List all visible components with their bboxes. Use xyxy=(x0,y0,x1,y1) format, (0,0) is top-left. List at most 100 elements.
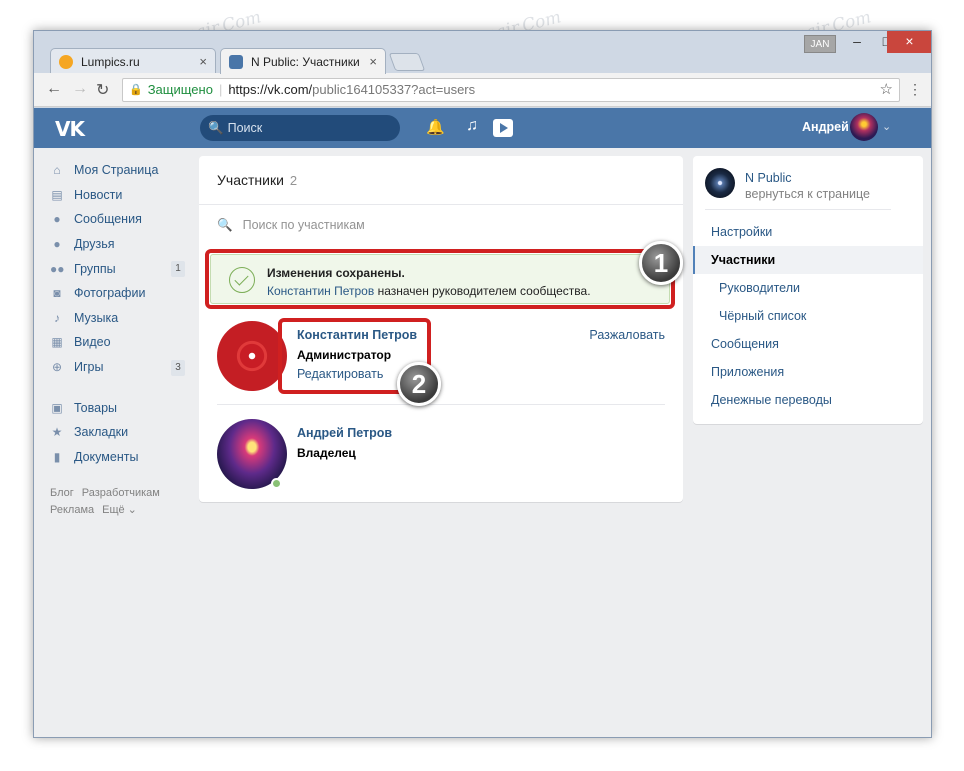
online-indicator xyxy=(271,478,282,489)
video-icon: ▦ xyxy=(51,335,63,350)
groups-count-badge: 1 xyxy=(171,261,185,278)
games-icon: ⊕ xyxy=(51,360,63,375)
address-separator: | xyxy=(218,82,223,97)
menu-item-money-transfers[interactable]: Денежные переводы xyxy=(693,386,923,414)
play-icon[interactable] xyxy=(493,119,513,137)
bookmarks-icon: ★ xyxy=(51,425,63,440)
members-panel: Участники 2 🔍 Поиск по участникам Изменени… xyxy=(199,156,683,502)
browser-toolbar: ← → ↻ 🔒 Защищено | https://vk.com/ publi… xyxy=(34,73,931,107)
page-title: Участники 2 xyxy=(217,172,297,188)
back-to-page-link[interactable]: вернуться к странице xyxy=(745,187,870,201)
tab-close-icon[interactable]: × xyxy=(369,54,377,69)
sidebar-item-label: Группы xyxy=(74,261,116,276)
footer-links: Блог Разработчикам Реклама Ещё ⌄ xyxy=(50,485,185,519)
vk-search-input[interactable]: 🔍 Поиск xyxy=(200,115,400,141)
profile-badge[interactable]: JAN xyxy=(804,35,836,53)
sidebar-item-label: Закладки xyxy=(74,425,129,440)
vk-logo[interactable]: VK xyxy=(55,117,85,141)
members-search-input[interactable]: 🔍 Поиск по участникам xyxy=(199,204,683,244)
group-name[interactable]: N Public xyxy=(745,171,792,185)
community-menu: N Public вернуться к странице Настройки … xyxy=(693,156,923,424)
tab-lumpics[interactable]: Lumpics.ru × xyxy=(50,48,216,74)
sidebar-item-video[interactable]: ▦ Видео xyxy=(50,330,185,355)
games-count-badge: 3 xyxy=(171,359,185,376)
demote-link[interactable]: Разжаловать xyxy=(589,328,665,342)
menu-item-apps[interactable]: Приложения xyxy=(693,358,923,386)
secure-label: Защищено xyxy=(147,82,213,97)
friends-icon: ● xyxy=(53,237,61,252)
member-avatar[interactable] xyxy=(217,321,287,391)
browser-menu-icon[interactable]: ⋮ xyxy=(908,81,922,98)
callout-badge-1: 1 xyxy=(639,241,683,285)
forward-button[interactable]: → xyxy=(72,80,88,98)
close-window-button[interactable]: × xyxy=(887,31,931,53)
page-content: ⌂ Моя Страница ▤ Новости ● Сообщения ● Друзь… xyxy=(34,148,931,737)
sidebar-item-label: Моя Страница xyxy=(74,163,159,178)
sidebar-item-label: Друзья xyxy=(74,237,115,252)
sidebar-item-photos[interactable]: ◙ Фотографии xyxy=(50,281,185,306)
minimize-button[interactable]: – xyxy=(842,31,872,53)
tab-title: Lumpics.ru xyxy=(81,54,140,69)
highlight-box-notice xyxy=(205,249,675,309)
search-placeholder: Поиск xyxy=(227,121,263,135)
new-tab-button[interactable] xyxy=(388,53,426,71)
menu-item-messages[interactable]: Сообщения xyxy=(693,330,923,358)
title-bar: Lumpics.ru × N Public: Участники × JAN –… xyxy=(34,31,931,74)
member-row: Андрей Петров Владелец xyxy=(199,414,683,502)
search-icon: 🔍 xyxy=(208,121,224,135)
sidebar-item-label: Документы xyxy=(74,449,139,464)
sidebar-item-games[interactable]: ⊕ Игры 3 xyxy=(50,355,185,380)
lock-icon: 🔒 xyxy=(129,84,143,96)
members-title: Участники xyxy=(217,172,284,188)
documents-icon: ▮ xyxy=(53,449,61,464)
sidebar-item-news[interactable]: ▤ Новости xyxy=(50,183,185,208)
sidebar-item-bookmarks[interactable]: ★ Закладки xyxy=(50,420,185,445)
footer-link-blog[interactable]: Блог xyxy=(50,487,74,499)
sidebar-item-music[interactable]: ♪ Музыка xyxy=(50,306,185,331)
group-header[interactable]: N Public вернуться к странице xyxy=(705,168,891,210)
home-icon: ⌂ xyxy=(53,163,61,178)
callout-badge-2: 2 xyxy=(397,362,441,406)
browser-window: Lumpics.ru × N Public: Участники × JAN –… xyxy=(33,30,932,738)
tab-close-icon[interactable]: × xyxy=(199,54,207,69)
group-avatar[interactable] xyxy=(705,168,735,198)
member-role: Владелец xyxy=(297,446,356,460)
footer-link-more[interactable]: Ещё ⌄ xyxy=(102,504,137,516)
chevron-down-icon[interactable]: ⌄ xyxy=(882,120,891,133)
news-icon: ▤ xyxy=(51,187,63,202)
lumpics-favicon-icon xyxy=(59,54,73,69)
footer-link-ads[interactable]: Реклама xyxy=(50,504,94,516)
goods-icon: ▣ xyxy=(51,400,63,415)
user-name[interactable]: Андрей xyxy=(802,120,849,134)
member-name[interactable]: Андрей Петров xyxy=(297,426,392,440)
photos-icon: ◙ xyxy=(53,286,61,301)
sidebar-item-documents[interactable]: ▮ Документы xyxy=(50,445,185,470)
menu-item-members[interactable]: Участники xyxy=(693,246,923,274)
bookmark-star-icon[interactable]: ☆ xyxy=(880,79,893,101)
url-path: public164105337?act=users xyxy=(312,82,476,97)
url-host: https://vk.com/ xyxy=(228,82,313,97)
sidebar-item-label: Новости xyxy=(74,187,123,202)
reload-button[interactable]: ↻ xyxy=(96,80,109,100)
tab-n-public[interactable]: N Public: Участники × xyxy=(220,48,386,74)
menu-item-managers[interactable]: Руководители xyxy=(693,274,923,302)
sidebar-item-friends[interactable]: ● Друзья xyxy=(50,232,185,257)
sidebar-item-messages[interactable]: ● Сообщения xyxy=(50,207,185,232)
user-avatar[interactable] xyxy=(850,113,878,141)
vk-favicon-icon xyxy=(229,54,243,69)
sidebar-item-my-page[interactable]: ⌂ Моя Страница xyxy=(50,158,185,183)
footer-link-developers[interactable]: Разработчикам xyxy=(82,487,160,499)
menu-item-blacklist[interactable]: Чёрный список xyxy=(693,302,923,330)
sidebar-item-goods[interactable]: ▣ Товары xyxy=(50,395,185,420)
music-icon: ♪ xyxy=(54,310,60,325)
search-icon: 🔍 xyxy=(217,218,233,232)
tab-title: N Public: Участники xyxy=(251,54,360,69)
notifications-bell-icon[interactable]: 🔔 xyxy=(426,118,445,136)
back-button[interactable]: ← xyxy=(46,80,62,98)
sidebar-item-groups[interactable]: ●● Группы 1 xyxy=(50,256,185,281)
members-count: 2 xyxy=(289,173,298,188)
menu-item-settings[interactable]: Настройки xyxy=(693,218,923,246)
search-placeholder: Поиск по участникам xyxy=(242,218,365,232)
address-bar[interactable]: 🔒 Защищено | https://vk.com/ public16410… xyxy=(122,78,900,102)
music-note-icon[interactable]: ♫ xyxy=(466,117,478,135)
